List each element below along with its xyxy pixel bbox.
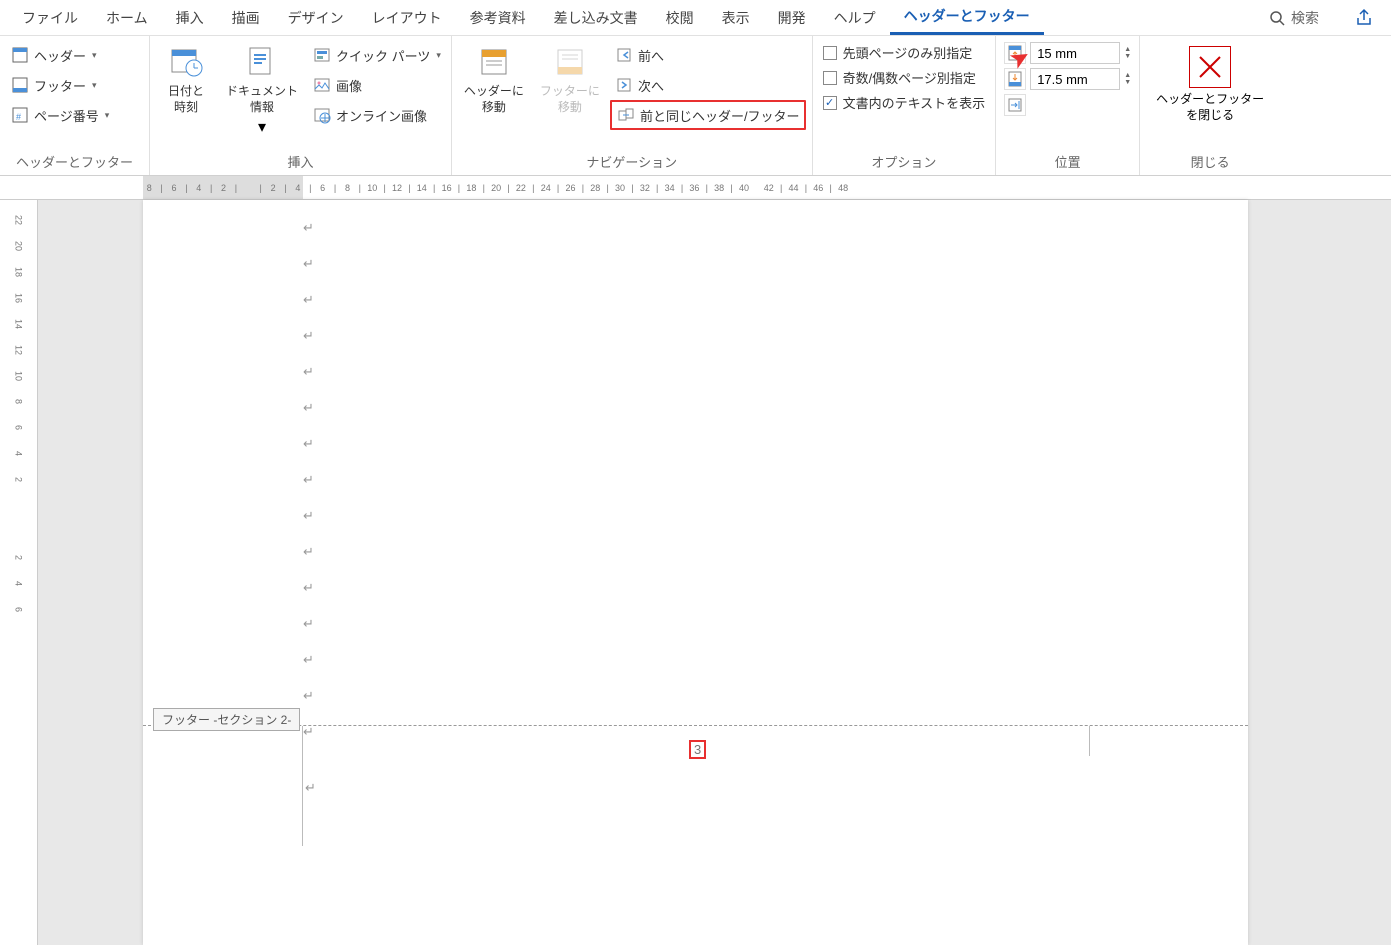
checkbox-icon [823, 71, 837, 85]
header-top-icon [1004, 42, 1026, 64]
document-info-icon [242, 42, 282, 82]
footer-section-tag: フッター -セクション 2- [153, 708, 300, 731]
previous-label: 前へ [638, 46, 664, 65]
spinner-arrows[interactable]: ▲▼ [1124, 72, 1131, 86]
tab-references[interactable]: 参考資料 [456, 2, 540, 34]
link-to-previous-icon [616, 105, 636, 125]
footer-from-bottom-spinner[interactable]: ▲▼ [1002, 66, 1133, 92]
quick-parts-icon [312, 45, 332, 65]
document-info-label: ドキュメント 情報 [226, 84, 298, 115]
next-button[interactable]: 次へ [610, 70, 806, 100]
goto-footer-button: フッターに 移動 [534, 40, 606, 117]
goto-header-icon [474, 42, 514, 82]
date-time-label: 日付と 時刻 [168, 84, 204, 115]
odd-even-pages-label: 奇数/偶数ページ別指定 [843, 68, 976, 87]
goto-footer-icon [550, 42, 590, 82]
header-button[interactable]: ヘッダー▾ [6, 40, 143, 70]
editor-area: L 8|6|4|2||2|4|6|8|10|12|14|16|18|20|22|… [0, 176, 1391, 945]
tab-design[interactable]: デザイン [274, 2, 358, 34]
tab-developer[interactable]: 開発 [764, 2, 820, 34]
paragraph-mark: ↵ [305, 780, 316, 796]
tab-file[interactable]: ファイル [8, 2, 92, 34]
insert-alignment-tab-button[interactable] [1002, 92, 1133, 118]
document-page[interactable]: ↵↵↵↵↵↵↵↵↵↵↵↵↵↵↵ フッター -セクション 2- 3 ↵ [143, 200, 1248, 945]
search-button[interactable]: 検索 [1261, 4, 1327, 32]
quick-parts-button[interactable]: クイック パーツ▾ [308, 40, 445, 70]
footer-button[interactable]: フッター▾ [6, 70, 143, 100]
search-icon [1269, 10, 1285, 26]
page-number-label: ページ番号 [34, 106, 99, 125]
next-label: 次へ [638, 76, 664, 95]
tab-draw[interactable]: 描画 [218, 2, 274, 34]
tab-header-footer[interactable]: ヘッダーとフッター [890, 0, 1044, 35]
ribbon: ヘッダー▾ フッター▾ # ページ番号▾ ヘッダーとフッター 日付と 時刻 [0, 36, 1391, 176]
image-icon [312, 75, 332, 95]
previous-icon [614, 45, 634, 65]
footer-icon [10, 75, 30, 95]
body-text: ↵↵↵↵↵↵↵↵↵↵↵↵↵↵↵ [303, 220, 314, 760]
close-icon [1189, 46, 1231, 88]
header-label: ヘッダー [34, 46, 86, 65]
group-label-insert: 挿入 [156, 152, 445, 175]
tab-bar: ファイル ホーム 挿入 描画 デザイン レイアウト 参考資料 差し込み文書 校閲… [0, 0, 1391, 36]
margin-guide-left [302, 726, 303, 846]
image-button[interactable]: 画像 [308, 70, 445, 100]
image-label: 画像 [336, 76, 362, 95]
tab-review[interactable]: 校閲 [652, 2, 708, 34]
tab-mailings[interactable]: 差し込み文書 [540, 2, 652, 34]
different-first-page-label: 先頭ページのみ別指定 [843, 43, 973, 62]
goto-footer-label: フッターに 移動 [540, 84, 600, 115]
page-number-icon: # [10, 105, 30, 125]
online-image-label: オンライン画像 [336, 106, 427, 125]
header-from-top-input[interactable] [1030, 42, 1120, 64]
link-to-previous-button[interactable]: 前と同じヘッダー/フッター [610, 100, 806, 130]
show-document-text-label: 文書内のテキストを表示 [843, 93, 986, 112]
goto-header-button[interactable]: ヘッダーに 移動 [458, 40, 530, 117]
goto-header-label: ヘッダーに 移動 [464, 84, 524, 115]
footer-bottom-icon [1004, 68, 1026, 90]
date-time-button[interactable]: 日付と 時刻 [156, 40, 216, 117]
svg-text:#: # [16, 112, 21, 122]
header-icon [10, 45, 30, 65]
online-image-icon [312, 105, 332, 125]
horizontal-ruler[interactable]: 8|6|4|2||2|4|6|8|10|12|14|16|18|20|22|24… [0, 176, 1391, 200]
next-icon [614, 75, 634, 95]
vertical-ruler[interactable]: 222018161412108642246 [0, 200, 38, 945]
page-number-button[interactable]: # ページ番号▾ [6, 100, 143, 130]
checkbox-checked-icon: ✓ [823, 96, 837, 110]
tab-view[interactable]: 表示 [708, 2, 764, 34]
tab-layout[interactable]: レイアウト [358, 2, 456, 34]
link-to-previous-label: 前と同じヘッダー/フッター [640, 106, 800, 125]
spinner-arrows[interactable]: ▲▼ [1124, 46, 1131, 60]
tab-home[interactable]: ホーム [92, 2, 162, 34]
tab-help[interactable]: ヘルプ [820, 2, 890, 34]
footer-from-bottom-input[interactable] [1030, 68, 1120, 90]
tab-insert[interactable]: 挿入 [162, 2, 218, 34]
footer-separator [143, 725, 1248, 726]
quick-parts-label: クイック パーツ [336, 46, 430, 65]
alignment-tab-icon [1004, 94, 1026, 116]
group-label-navigation: ナビゲーション [458, 152, 806, 175]
margin-guide-right [1089, 726, 1090, 756]
group-label-position: 位置 [1002, 152, 1133, 175]
header-from-top-spinner[interactable]: ▲▼ [1002, 40, 1133, 66]
odd-even-pages-checkbox[interactable]: 奇数/偶数ページ別指定 [819, 65, 990, 90]
share-button[interactable] [1347, 8, 1383, 28]
date-time-icon [166, 42, 206, 82]
page-number-field[interactable]: 3 [689, 740, 706, 759]
close-header-footer-label: ヘッダーとフッター を閉じる [1156, 92, 1264, 123]
footer-label: フッター [34, 76, 86, 95]
search-label: 検索 [1291, 8, 1319, 28]
online-image-button[interactable]: オンライン画像 [308, 100, 445, 130]
close-header-footer-button[interactable]: ヘッダーとフッター を閉じる [1146, 40, 1274, 129]
document-info-button[interactable]: ドキュメント 情報▾ [220, 40, 304, 139]
group-label-header-footer: ヘッダーとフッター [6, 152, 143, 175]
group-label-close: 閉じる [1146, 152, 1274, 175]
group-label-options: オプション [819, 152, 990, 175]
previous-button[interactable]: 前へ [610, 40, 806, 70]
different-first-page-checkbox[interactable]: 先頭ページのみ別指定 [819, 40, 990, 65]
show-document-text-checkbox[interactable]: ✓ 文書内のテキストを表示 [819, 90, 990, 115]
checkbox-icon [823, 46, 837, 60]
